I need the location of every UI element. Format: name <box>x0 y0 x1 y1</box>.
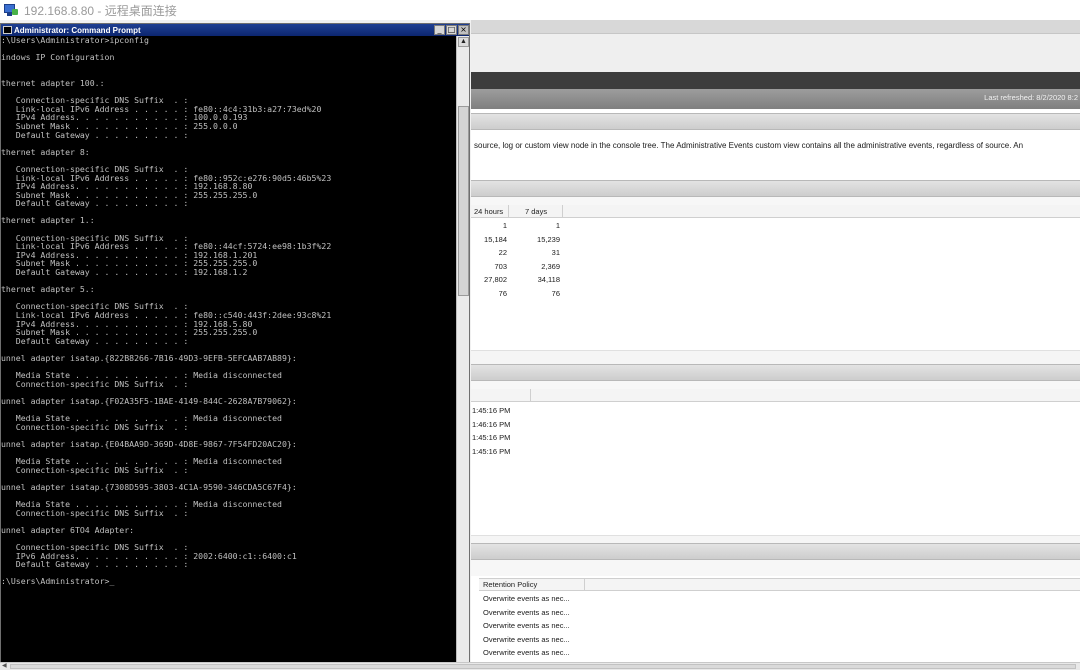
console-line: unnel adapter isatap.{E04BAA9D-369D-4D8E… <box>1 438 297 449</box>
console-line: Default Gateway . . . . . . . . . : 192.… <box>1 267 248 278</box>
console-line: :\Users\Administrator>_ <box>1 576 115 587</box>
cell-24-hours: 1 <box>502 221 507 230</box>
console-line: Default Gateway . . . . . . . . . : <box>1 198 189 209</box>
console-line: Connection-specific DNS Suffix . : <box>1 378 189 389</box>
column-header-7-days[interactable]: 7 days <box>509 205 563 218</box>
scrollbar-thumb[interactable] <box>10 664 1076 669</box>
command-prompt-title: Administrator: Command Prompt <box>14 25 141 35</box>
console-line: thernet adapter 100.: <box>1 77 105 88</box>
table-row[interactable]: 15,184 15,239 <box>471 233 1080 247</box>
table-row[interactable]: Overwrite events as nec... <box>479 646 1080 660</box>
refresh-bar: Last refreshed: 8/2/2020 8:2 <box>471 89 1080 109</box>
log-table-header: Retention Policy <box>479 578 1080 591</box>
cell-7-days: 1 <box>555 221 560 230</box>
section-spacer <box>471 350 1080 364</box>
console-line: Connection-specific DNS Suffix . : <box>1 421 189 432</box>
console-line: Default Gateway . . . . . . . . . : <box>1 129 189 140</box>
cell-7-days: 34,118 <box>537 275 560 284</box>
table-row[interactable]: 27,802 34,118 <box>471 273 1080 287</box>
console-line: thernet adapter 5.: <box>1 284 95 295</box>
remote-desktop-icon <box>4 3 18 17</box>
column-header[interactable] <box>471 389 531 402</box>
recent-table-header <box>471 389 1080 402</box>
column-header-24-hours[interactable]: 24 hours <box>471 205 509 218</box>
console-line: Default Gateway . . . . . . . . . : <box>1 559 189 570</box>
recent-section-header[interactable] <box>471 364 1080 381</box>
cell-7-days: 31 <box>551 248 560 257</box>
remote-desktop-title-bar: 192.168.8.80 - 远程桌面连接 <box>0 0 1080 20</box>
section-spacer <box>471 381 1080 389</box>
console-line: thernet adapter 8: <box>1 146 90 157</box>
overview-description: source, log or custom view node in the c… <box>474 141 1024 150</box>
scroll-up-icon[interactable]: ▲ <box>458 37 469 47</box>
console-icon <box>3 26 12 34</box>
maximize-button[interactable]: □ <box>446 25 457 35</box>
table-row[interactable]: Overwrite events as nec... <box>479 619 1080 633</box>
cell-24-hours: 76 <box>498 288 507 298</box>
summary-table-body: 1 1 15,184 15,239 22 31 703 2,369 27,802 34,118 76… <box>471 219 1080 300</box>
overview-section-header[interactable] <box>471 113 1080 130</box>
table-row[interactable]: 703 2,369 <box>471 260 1080 274</box>
console-line: unnel adapter isatap.{F02A35F5-1BAE-4149… <box>1 395 297 406</box>
console-line: unnel adapter isatap.{822B8266-7B16-49D3… <box>1 352 297 363</box>
minimize-button[interactable]: _ <box>434 25 445 35</box>
console-line: unnel adapter 6TO4 Adapter: <box>1 524 135 535</box>
overview-header-bar <box>471 72 1080 89</box>
summary-section-header[interactable] <box>471 180 1080 197</box>
table-row[interactable]: 1:46:16 PM <box>471 418 1080 432</box>
console-line: Connection-specific DNS Suffix . : <box>1 507 189 518</box>
cell-7-days: 2,369 <box>541 261 560 271</box>
cell-24-hours: 27,802 <box>484 275 507 284</box>
horizontal-scrollbar[interactable]: ◀ <box>0 662 1080 670</box>
cell-24-hours: 22 <box>498 248 507 257</box>
table-row[interactable]: 22 31 <box>471 246 1080 260</box>
last-refreshed-text: Last refreshed: 8/2/2020 8:2 <box>984 93 1078 102</box>
command-prompt-window[interactable]: Administrator: Command Prompt _ □ × :\Us… <box>0 23 470 665</box>
recent-table-body: 1:45:16 PM 1:46:16 PM 1:45:16 PM 1:45:16 PM <box>471 404 1080 458</box>
column-header-retention-policy[interactable]: Retention Policy <box>479 579 585 591</box>
summary-table-header: 24 hours 7 days <box>471 205 1080 218</box>
table-row[interactable]: Overwrite events as nec... <box>479 633 1080 647</box>
cell-7-days: 15,239 <box>537 234 560 244</box>
remote-desktop-viewport: Administrator: Command Prompt _ □ × :\Us… <box>0 20 1080 670</box>
scroll-left-icon[interactable]: ◀ <box>2 663 7 670</box>
console-scrollbar[interactable]: ▲ <box>456 36 469 665</box>
table-row[interactable]: Overwrite events as nec... <box>479 606 1080 620</box>
console-output[interactable]: :\Users\Administrator>ipconfig indows IP … <box>1 36 456 665</box>
table-row[interactable]: 76 76 <box>471 287 1080 301</box>
console-line: indows IP Configuration <box>1 52 115 63</box>
cell-7-days: 76 <box>551 288 560 298</box>
console-line: Default Gateway . . . . . . . . . : <box>1 335 189 346</box>
table-row[interactable]: 1:45:16 PM <box>471 431 1080 445</box>
table-row[interactable]: Overwrite events as nec... <box>479 592 1080 606</box>
event-viewer-panel: Last refreshed: 8/2/2020 8:2 source, log… <box>471 20 1080 670</box>
section-spacer <box>471 560 1080 576</box>
cell-24-hours: 15,184 <box>484 234 507 244</box>
log-summary-section-header[interactable] <box>471 543 1080 560</box>
close-button[interactable]: × <box>458 25 469 35</box>
console-line: Connection-specific DNS Suffix . : <box>1 464 189 475</box>
console-line: unnel adapter isatap.{7308D595-3803-4C1A… <box>1 481 297 492</box>
command-prompt-title-bar[interactable]: Administrator: Command Prompt _ □ × <box>1 24 469 36</box>
console-line: :\Users\Administrator>ipconfig <box>1 36 149 45</box>
scrollbar-thumb[interactable] <box>458 106 469 296</box>
toolbar-strip <box>471 20 1080 34</box>
section-spacer <box>471 535 1080 543</box>
table-row[interactable]: 1:45:16 PM <box>471 445 1080 459</box>
log-table-body: Overwrite events as nec... Overwrite even… <box>479 592 1080 660</box>
console-line: thernet adapter 1.: <box>1 215 95 226</box>
section-spacer <box>471 197 1080 205</box>
table-row[interactable]: 1:45:16 PM <box>471 404 1080 418</box>
table-row[interactable]: 11 <box>471 219 1080 233</box>
remote-desktop-title: 192.168.8.80 - 远程桌面连接 <box>24 3 177 18</box>
cell-24-hours: 703 <box>494 261 507 271</box>
